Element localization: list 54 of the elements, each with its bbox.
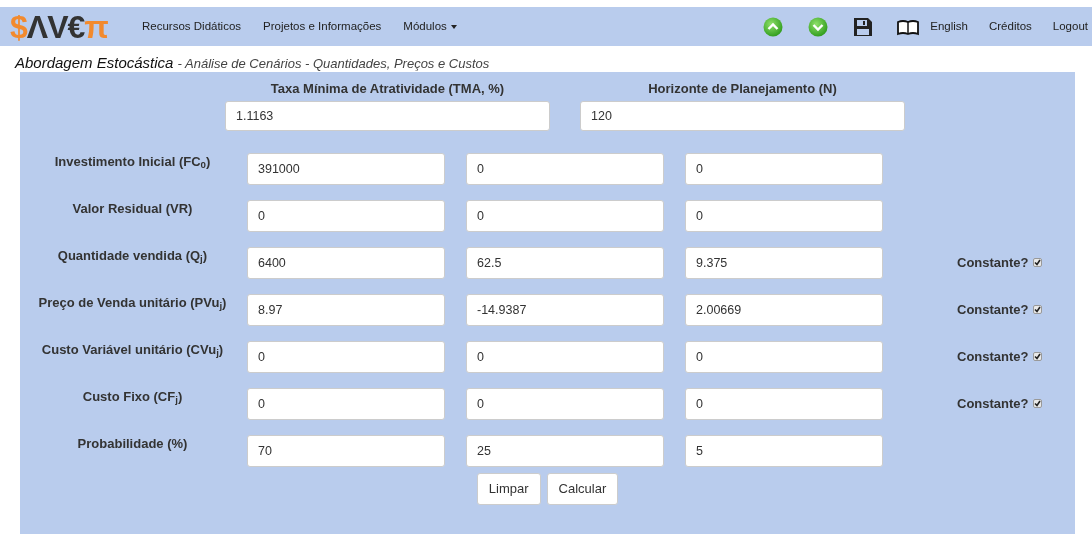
- nav-link[interactable]: Recursos Didáticos: [142, 17, 242, 36]
- input-field[interactable]: -14.9387: [466, 293, 664, 326]
- field-label: Preço de Venda unitário (PVu$_{j}$): [37, 293, 228, 313]
- input-field[interactable]: 0: [466, 387, 664, 420]
- page-subtitle: - Análise de Cenários - Quantidades, Preços e Custos: [177, 56, 490, 71]
- input-field[interactable]: 0: [247, 340, 445, 373]
- book-icon[interactable]: [896, 17, 919, 36]
- input-field[interactable]: 0: [466, 340, 664, 373]
- checkbox[interactable]: [1032, 352, 1042, 361]
- input-field[interactable]: 62.5: [466, 246, 664, 279]
- field-label: Custo Fixo (CF$_{j}$): [81, 387, 184, 407]
- action-button[interactable]: Calcular: [546, 473, 619, 505]
- input-field[interactable]: 70: [247, 434, 445, 467]
- checkbox[interactable]: [1032, 258, 1042, 267]
- input-field[interactable]: 25: [466, 434, 664, 467]
- input-field[interactable]: 0: [685, 340, 883, 373]
- input-field[interactable]: 1.1163: [225, 101, 550, 131]
- checkbox-label: Constante?: [957, 253, 1029, 272]
- checkbox[interactable]: [1032, 305, 1042, 314]
- input-field[interactable]: 0: [247, 387, 445, 420]
- input-field[interactable]: 0: [247, 199, 445, 232]
- input-field[interactable]: 8.97: [247, 293, 445, 326]
- input-field[interactable]: 0: [466, 152, 664, 185]
- field-label: Valor Residual (VR): [71, 199, 194, 218]
- field-label: Taxa Mínima de Atratividade (TMA, %): [269, 80, 506, 97]
- nav-link[interactable]: Projetos e Informações: [263, 17, 382, 36]
- input-field[interactable]: 0: [466, 199, 664, 232]
- nav-link[interactable]: Logout: [1052, 17, 1088, 36]
- input-field[interactable]: 9.375: [685, 246, 883, 279]
- checkbox[interactable]: [1032, 399, 1042, 408]
- input-field[interactable]: 6400: [247, 246, 445, 279]
- input-field[interactable]: 0: [685, 199, 883, 232]
- input-field[interactable]: 0: [685, 387, 883, 420]
- nav-link[interactable]: English: [930, 17, 968, 36]
- input-field[interactable]: 391000: [247, 152, 445, 185]
- action-button[interactable]: Limpar: [476, 473, 541, 505]
- input-field[interactable]: 0: [685, 152, 883, 185]
- save-icon[interactable]: [852, 16, 873, 37]
- field-label: Investimento Inicial (FC$_{0}$): [53, 152, 212, 172]
- field-label: Quantidade vendida (Q$_{j}$): [56, 246, 209, 266]
- modules-dropdown[interactable]: Módulos: [403, 17, 457, 36]
- checkbox-label: Constante?: [957, 394, 1029, 413]
- checkbox-label: Constante?: [957, 300, 1029, 319]
- caret-icon: [450, 24, 457, 29]
- page-title: Abordagem Estocástica: [15, 54, 174, 71]
- field-label: Custo Variável unitário (CVu$_{j}$): [40, 340, 225, 360]
- input-field[interactable]: 120: [580, 101, 905, 131]
- input-field[interactable]: 5: [685, 434, 883, 467]
- checkbox-label: Constante?: [957, 347, 1029, 366]
- input-field[interactable]: 2.00669: [685, 293, 883, 326]
- field-label: Probabilidade (%): [76, 434, 189, 453]
- logo[interactable]: $ΛV€π: [10, 11, 120, 42]
- field-label: Horizonte de Planejamento (N): [647, 80, 838, 97]
- nav-link[interactable]: Créditos: [989, 17, 1032, 36]
